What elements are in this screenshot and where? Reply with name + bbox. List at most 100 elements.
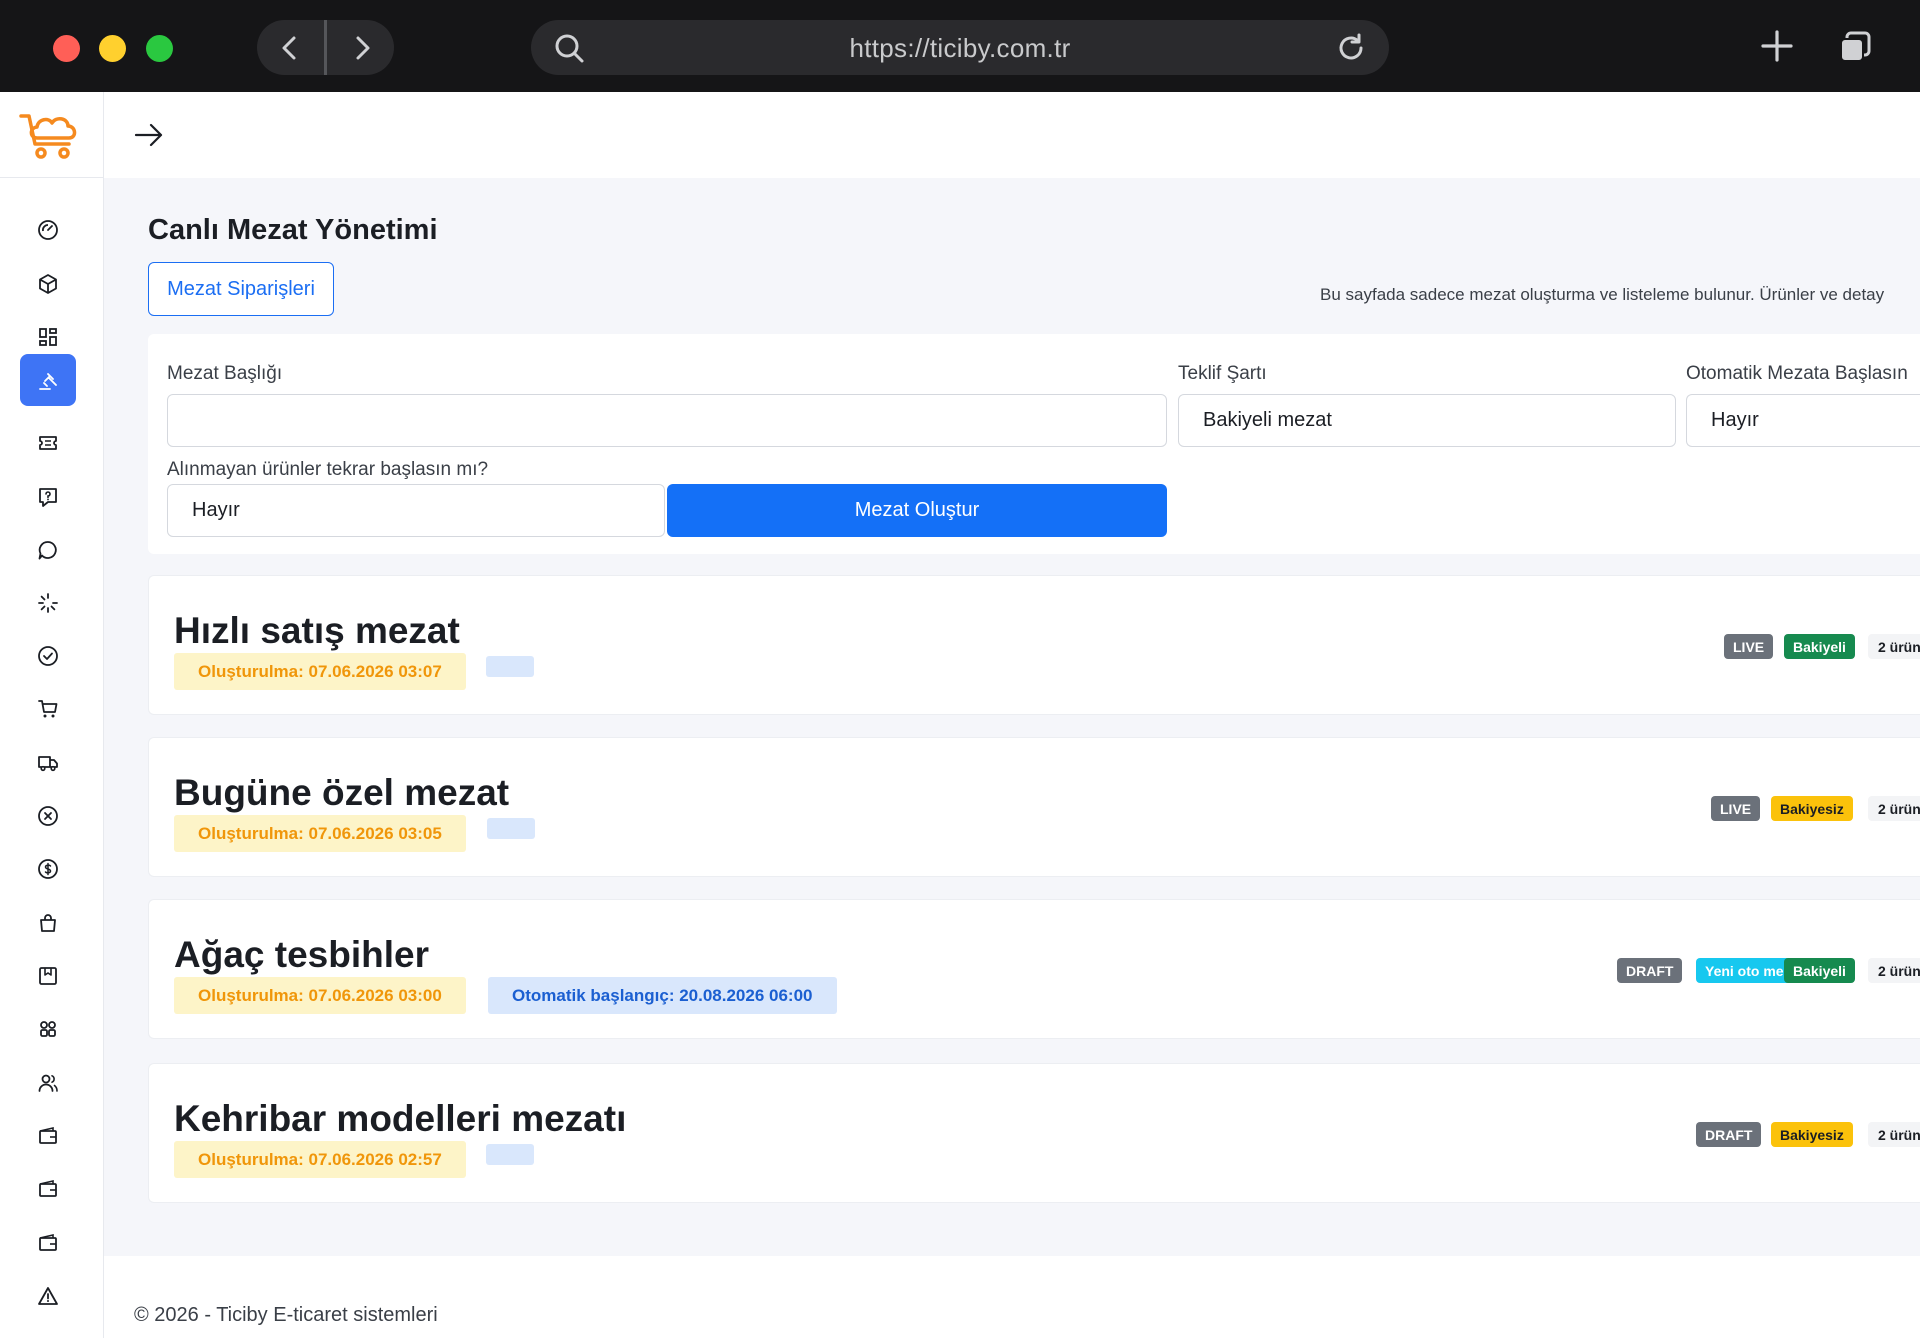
truck-icon xyxy=(38,756,58,772)
auto-start-select[interactable]: Hayır xyxy=(1686,394,1920,447)
auction-title: Hızlı satış mezat xyxy=(174,610,460,651)
auction-card[interactable]: Bugüne özel mezat Oluşturulma: 07.06.202… xyxy=(148,737,1920,877)
sidebar-item-processing[interactable] xyxy=(20,577,76,629)
new-tab-icon[interactable] xyxy=(1760,29,1794,63)
x-circle-icon xyxy=(38,806,58,826)
created-date-chip: Oluşturulma: 07.06.2026 02:57 xyxy=(174,1141,466,1178)
sidebar-item-approvals[interactable] xyxy=(20,630,76,682)
auction-orders-button[interactable]: Mezat Siparişleri xyxy=(148,262,334,316)
status-badge: DRAFT xyxy=(1617,958,1683,983)
product-count-badge: 2 ürün xyxy=(1868,796,1920,821)
footer-copyright: © 2026 - Ticiby E-ticaret sistemleri xyxy=(134,1304,438,1326)
url-text: https://ticiby.com.tr xyxy=(849,33,1071,63)
window-close-button[interactable] xyxy=(53,35,80,62)
offer-condition-select[interactable]: Bakiyeli mezat xyxy=(1178,394,1676,447)
sidebar-item-shop[interactable] xyxy=(20,897,76,949)
users-icon xyxy=(38,1074,58,1092)
sidebar-item-apps[interactable] xyxy=(20,1003,76,1055)
restart-label: Alınmayan ürünler tekrar başlasın mı? xyxy=(167,459,489,480)
auction-card[interactable]: Ağaç tesbihler Oluşturulma: 07.06.2026 0… xyxy=(148,899,1920,1039)
wallet-icon xyxy=(39,1179,57,1197)
status-badge: LIVE xyxy=(1711,796,1761,821)
status-badge: LIVE xyxy=(1724,634,1774,659)
question-message-icon xyxy=(39,488,57,507)
sidebar-item-orders[interactable] xyxy=(20,683,76,735)
sidebar-item-dashboard[interactable] xyxy=(20,204,76,256)
reload-icon[interactable] xyxy=(1335,32,1367,64)
auction-title: Ağaç tesbihler xyxy=(174,934,429,975)
sidebar-item-wallet-1[interactable] xyxy=(20,1110,76,1162)
address-bar[interactable]: https://ticiby.com.tr xyxy=(531,20,1389,75)
sidebar xyxy=(0,92,104,1338)
apps-icon xyxy=(40,1021,56,1037)
sidebar-item-products[interactable] xyxy=(20,258,76,310)
sidebar-item-wallet-2[interactable] xyxy=(20,1163,76,1215)
auto-start-chip xyxy=(487,818,535,839)
restart-value: Hayır xyxy=(192,499,240,521)
created-date-chip: Oluşturulma: 07.06.2026 03:00 xyxy=(174,977,466,1014)
browser-chrome: https://ticiby.com.tr xyxy=(0,0,1920,92)
gavel-icon xyxy=(39,373,57,390)
footer: © 2026 - Ticiby E-ticaret sistemleri xyxy=(104,1256,1920,1338)
wallet-icon xyxy=(39,1233,57,1251)
chevron-right-icon[interactable] xyxy=(347,33,377,63)
auction-title-label: Mezat Başlığı xyxy=(167,363,283,384)
product-count-badge: 2 ürün xyxy=(1868,1122,1920,1147)
window-minimize-button[interactable] xyxy=(99,35,126,62)
chat-bubble-icon xyxy=(38,541,57,560)
sidebar-item-questions[interactable] xyxy=(20,471,76,523)
tabs-overview-icon[interactable] xyxy=(1838,30,1872,64)
balance-badge: Bakiyesiz xyxy=(1771,796,1853,821)
loader-icon xyxy=(38,593,58,613)
auction-title: Kehribar modelleri mezatı xyxy=(174,1098,627,1139)
auto-start-chip xyxy=(486,1144,534,1165)
coin-icon xyxy=(38,859,58,879)
created-date-chip: Oluşturulma: 07.06.2026 03:05 xyxy=(174,815,466,852)
logo-area[interactable] xyxy=(0,92,103,178)
check-circle-icon xyxy=(38,646,58,666)
grid-icon xyxy=(39,328,57,346)
sidebar-item-payments[interactable] xyxy=(20,843,76,895)
cart-cloud-logo xyxy=(18,113,76,159)
create-auction-form: Mezat Başlığı Teklif Şartı Bakiyeli meza… xyxy=(148,334,1920,554)
sidebar-item-auctions[interactable] xyxy=(20,354,76,406)
nav-divider xyxy=(324,20,327,75)
shopping-cart-icon xyxy=(38,700,58,718)
product-count-badge: 2 ürün xyxy=(1868,634,1920,659)
auto-start-value: Hayır xyxy=(1711,409,1759,431)
window-maximize-button[interactable] xyxy=(146,35,173,62)
box-icon xyxy=(39,274,57,294)
created-date-chip: Oluşturulma: 07.06.2026 03:07 xyxy=(174,653,466,690)
auto-start-label: Otomatik Mezata Başlasın xyxy=(1686,363,1908,384)
create-auction-button[interactable]: Mezat Oluştur xyxy=(667,484,1167,537)
offer-condition-label: Teklif Şartı xyxy=(1178,363,1267,384)
sidebar-item-alerts[interactable] xyxy=(20,1270,76,1322)
sidebar-item-saved[interactable] xyxy=(20,950,76,1002)
sidebar-item-users[interactable] xyxy=(20,1057,76,1109)
auction-card[interactable]: Hızlı satış mezat Oluşturulma: 07.06.202… xyxy=(148,575,1920,715)
status-badge: DRAFT xyxy=(1696,1122,1762,1147)
dashboard-gauge-icon xyxy=(38,220,58,240)
sidebar-item-shipping[interactable] xyxy=(20,737,76,789)
chevron-left-icon[interactable] xyxy=(275,33,305,63)
restart-select[interactable]: Hayır xyxy=(167,484,665,537)
main-content: Canlı Mezat Yönetimi Mezat Siparişleri B… xyxy=(104,178,1920,1256)
balance-badge: Bakiyeli xyxy=(1784,958,1855,983)
offer-condition-value: Bakiyeli mezat xyxy=(1203,409,1332,431)
balance-badge: Bakiyeli xyxy=(1784,634,1855,659)
balance-badge: Bakiyesiz xyxy=(1771,1122,1853,1147)
top-header xyxy=(104,92,1920,178)
sidebar-item-cancellations[interactable] xyxy=(20,790,76,842)
ticket-icon xyxy=(39,436,57,450)
auction-title-input[interactable] xyxy=(167,394,1167,447)
history-nav xyxy=(257,20,394,75)
shopping-bag-icon xyxy=(40,914,56,932)
sidebar-item-wallet-3[interactable] xyxy=(20,1217,76,1269)
sidebar-item-coupons[interactable] xyxy=(20,417,76,469)
bookmark-box-icon xyxy=(39,967,57,985)
auction-card[interactable]: Kehribar modelleri mezatı Oluşturulma: 0… xyxy=(148,1063,1920,1203)
arrow-right-icon[interactable] xyxy=(133,119,165,151)
auto-start-chip: Otomatik başlangıç: 20.08.2026 06:00 xyxy=(488,977,837,1014)
sidebar-item-messages[interactable] xyxy=(20,524,76,576)
info-text: Bu sayfada sadece mezat oluşturma ve lis… xyxy=(1320,285,1885,304)
